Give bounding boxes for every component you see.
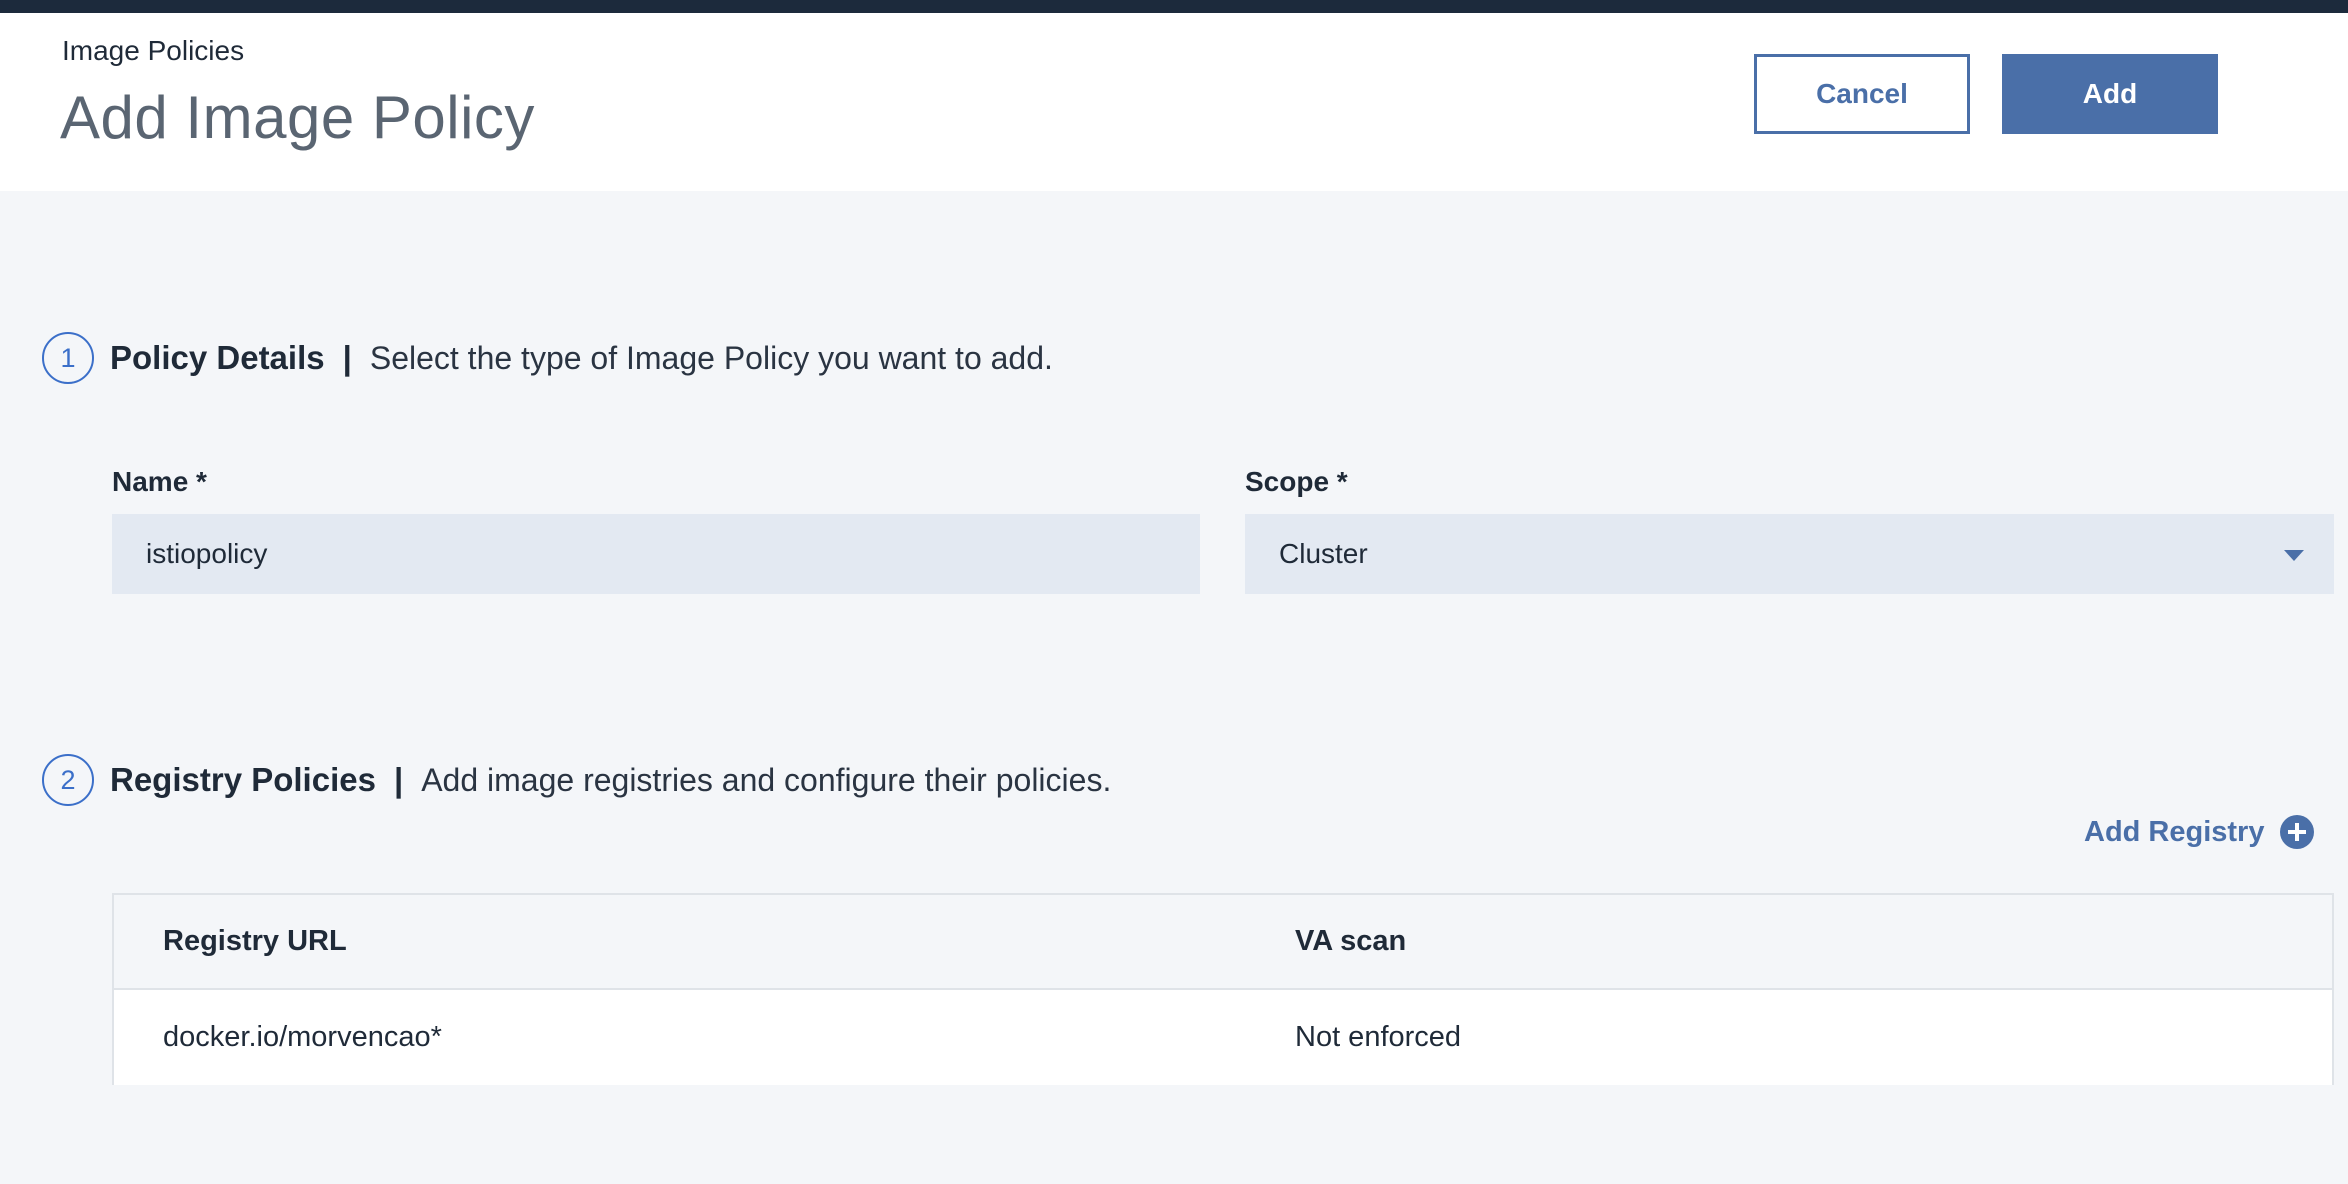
add-circle-icon <box>2280 815 2315 849</box>
registry-url-cell: docker.io/morvencao* <box>163 1021 442 1053</box>
section-separator: | <box>342 339 352 376</box>
section-title: Registry Policies <box>110 761 376 798</box>
add-registry-label: Add Registry <box>2084 815 2265 848</box>
scope-select-value: Cluster <box>1279 538 1368 569</box>
add-registry-button[interactable]: Add Registry <box>2084 815 2315 849</box>
scope-select[interactable]: Cluster <box>1245 514 2334 594</box>
column-header-va-scan[interactable]: VA scan <box>1295 925 1406 958</box>
registry-table: Registry URL VA scan docker.io/morvencao… <box>112 893 2334 1085</box>
section-description: Select the type of Image Policy you want… <box>369 339 1053 376</box>
name-label: Name * <box>112 466 207 497</box>
add-button[interactable]: Add <box>2002 54 2218 134</box>
name-input-value: istiopolicy <box>146 538 268 569</box>
name-input[interactable]: istiopolicy <box>112 514 1200 594</box>
cancel-button[interactable]: Cancel <box>1754 54 1970 134</box>
table-row[interactable]: docker.io/morvencao* Not enforced <box>114 990 2332 1085</box>
breadcrumb[interactable]: Image Policies <box>62 35 244 67</box>
va-scan-cell: Not enforced <box>1295 1021 1462 1053</box>
section-description: Add image registries and configure their… <box>421 761 1112 798</box>
registry-policies-heading: 2 Registry Policies | Add image registri… <box>42 753 1111 807</box>
table-header-row: Registry URL VA scan <box>114 895 2332 990</box>
section-title: Policy Details <box>110 339 325 376</box>
step-2-indicator: 2 <box>42 754 94 806</box>
policy-details-heading: 1 Policy Details | Select the type of Im… <box>42 331 1053 385</box>
step-1-indicator: 1 <box>42 332 94 384</box>
page-title: Add Image Policy <box>60 84 535 151</box>
chevron-down-icon <box>2284 550 2304 561</box>
column-header-registry-url[interactable]: Registry URL <box>163 925 347 958</box>
section-separator: | <box>393 761 404 798</box>
page-header: Image Policies Add Image Policy Cancel A… <box>0 13 2348 191</box>
scope-label: Scope * <box>1245 466 1348 497</box>
top-bar <box>0 0 2348 13</box>
